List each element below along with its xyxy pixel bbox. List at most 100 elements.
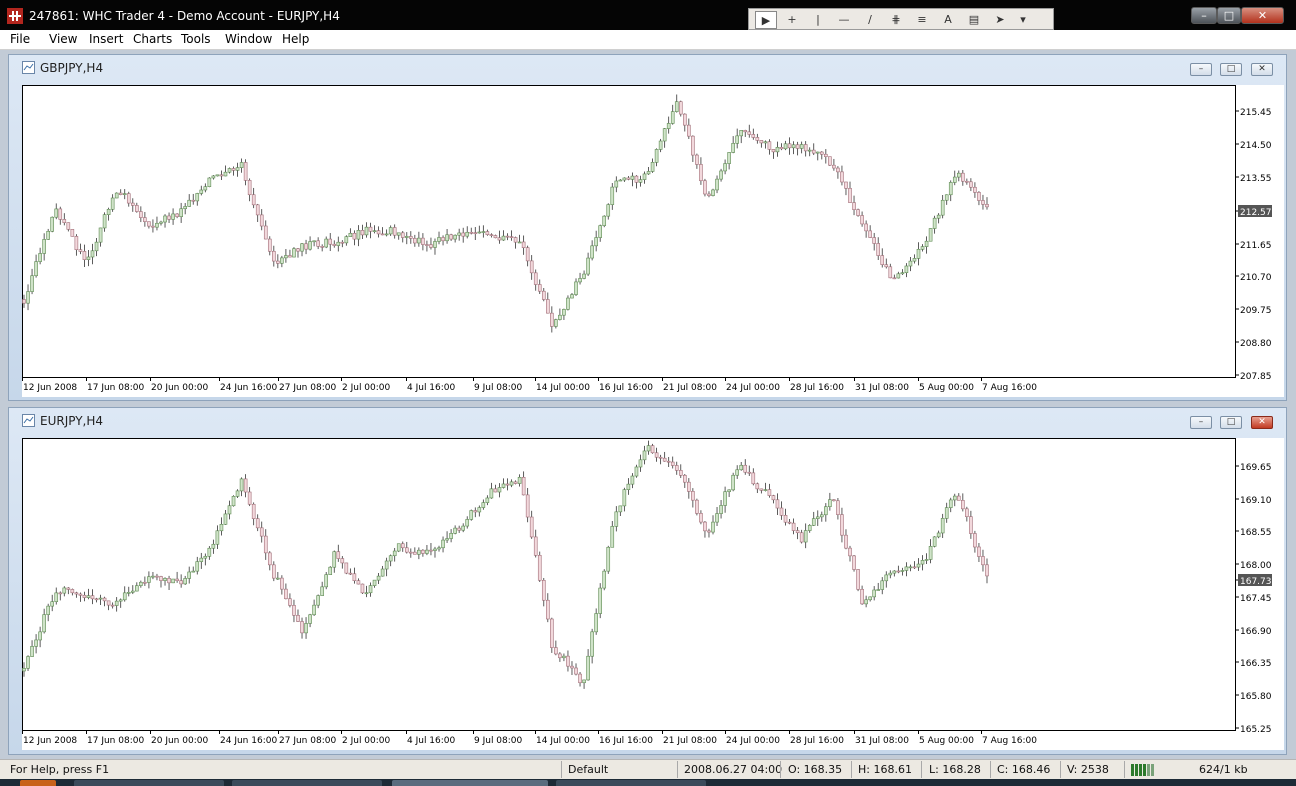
candle-bull xyxy=(207,547,212,557)
candlestick-chart[interactable]: 169.65 169.10 168.55 168.00 167.73 167.45 166.… xyxy=(22,438,1284,750)
trendline-icon[interactable]: ∕ xyxy=(859,11,881,29)
start-button[interactable] xyxy=(20,780,56,786)
candle-bear xyxy=(360,583,365,594)
candle-bull xyxy=(372,230,377,232)
candle-bull xyxy=(594,613,598,633)
time-label: 2 Jul 00:00 xyxy=(342,736,391,746)
candle-bull xyxy=(199,189,204,194)
menu-insert[interactable]: Insert xyxy=(89,32,123,46)
candle-bull xyxy=(163,578,167,581)
taskbar xyxy=(0,779,1296,786)
maximize-icon[interactable]: □ xyxy=(1217,7,1241,24)
candle-bear xyxy=(743,464,748,473)
fibonacci-icon[interactable]: ≡ xyxy=(911,11,933,29)
candle-bear xyxy=(78,593,83,596)
horizontal-line-icon[interactable]: — xyxy=(833,11,855,29)
candle-bear xyxy=(276,260,280,264)
chart-maximize-icon[interactable]: □ xyxy=(1220,63,1242,76)
connection-status-icon[interactable] xyxy=(1131,764,1157,776)
vertical-line-icon[interactable]: | xyxy=(807,11,829,29)
chart-minimize-icon[interactable]: – xyxy=(1190,63,1212,76)
candle-bull xyxy=(658,140,663,150)
candle-bull xyxy=(348,233,353,237)
chart-close-icon[interactable]: ✕ xyxy=(1251,63,1273,76)
label-icon[interactable]: ▤ xyxy=(963,11,985,29)
arrow-icon[interactable]: ➤ xyxy=(989,11,1011,29)
taskbar-item[interactable] xyxy=(392,780,548,786)
candle-bear xyxy=(352,233,357,240)
candle-bear xyxy=(521,241,526,248)
candle-bull xyxy=(477,507,482,513)
candle-bull xyxy=(215,174,220,177)
status-high: H: 168.61 xyxy=(858,763,912,776)
time-label: 24 Jun 16:00 xyxy=(220,736,277,746)
candle-bear xyxy=(449,234,453,240)
price-label: 215.45 xyxy=(1240,108,1272,118)
candle-bull xyxy=(312,604,316,616)
candle-bear xyxy=(828,156,832,166)
candle-bull xyxy=(674,101,679,112)
candle-bull xyxy=(594,237,598,247)
status-bar: For Help, press F1 Default 2008.06.27 04… xyxy=(0,759,1296,780)
chart-window-gbpjpy[interactable]: GBPJPY,H4 – □ ✕ 215.45 214.50 213.55 212.57… xyxy=(8,54,1287,401)
cursor-icon[interactable]: ▶ xyxy=(755,11,777,29)
menu-charts[interactable]: Charts xyxy=(133,32,172,46)
candle-bull xyxy=(920,246,925,250)
candle-bull xyxy=(46,605,50,615)
candle-bull xyxy=(666,123,671,129)
candle-bull xyxy=(791,144,796,149)
time-label: 14 Jul 00:00 xyxy=(536,736,590,746)
chart-maximize-icon[interactable]: □ xyxy=(1220,416,1242,429)
candle-bear xyxy=(191,199,196,202)
candle-bear xyxy=(179,580,183,585)
time-label: 4 Jul 16:00 xyxy=(407,383,456,393)
minimize-icon[interactable]: – xyxy=(1191,7,1217,24)
candle-bull xyxy=(904,566,909,571)
candle-bear xyxy=(62,219,67,223)
price-label: 213.55 xyxy=(1240,174,1272,184)
menu-file[interactable]: File xyxy=(10,32,30,46)
candle-bull xyxy=(86,256,91,260)
chart-close-icon[interactable]: ✕ xyxy=(1251,416,1273,429)
candle-bull xyxy=(739,130,744,137)
taskbar-item[interactable] xyxy=(74,780,224,786)
candle-bear xyxy=(126,193,131,204)
candle-bear xyxy=(90,595,95,600)
taskbar-item[interactable] xyxy=(556,780,706,786)
candlestick-chart[interactable]: 215.45 214.50 213.55 212.57 211.65 210.70 209.… xyxy=(22,85,1284,397)
candle-bull xyxy=(562,309,566,316)
candle-bull xyxy=(936,214,941,219)
candle-bear xyxy=(541,290,546,300)
chart-window-eurjpy[interactable]: EURJPY,H4 – □ ✕ 169.65 169.10 168.55 168.00… xyxy=(8,407,1287,755)
taskbar-item[interactable] xyxy=(232,780,382,786)
time-label: 2 Jul 00:00 xyxy=(342,383,391,393)
menu-tools[interactable]: Tools xyxy=(181,32,211,46)
candle-bull xyxy=(155,222,159,228)
candle-bull xyxy=(634,466,639,477)
candle-bull xyxy=(417,237,421,244)
menu-view[interactable]: View xyxy=(49,32,77,46)
candle-bull xyxy=(425,549,429,554)
time-label: 27 Jun 08:00 xyxy=(279,736,336,746)
dropdown-arrow-icon[interactable]: ▾ xyxy=(1015,11,1031,29)
candle-bull xyxy=(562,655,566,659)
status-traffic: 624/1 kb xyxy=(1199,763,1248,776)
candle-bear xyxy=(707,530,711,533)
menu-help[interactable]: Help xyxy=(282,32,309,46)
candle-bear xyxy=(767,141,772,150)
candle-bear xyxy=(348,572,353,575)
menu-window[interactable]: Window xyxy=(225,32,272,46)
candle-bull xyxy=(453,527,457,534)
close-icon[interactable]: ✕ xyxy=(1241,7,1284,24)
candle-bear xyxy=(981,200,985,205)
channel-icon[interactable]: ⋕ xyxy=(885,11,907,29)
candle-bear xyxy=(159,576,163,581)
candle-bear xyxy=(525,494,530,518)
candle-bear xyxy=(425,244,429,246)
candle-bull xyxy=(715,513,719,523)
crosshair-icon[interactable]: + xyxy=(781,11,803,29)
candle-bull xyxy=(920,560,925,565)
candle-bear xyxy=(231,168,236,171)
chart-minimize-icon[interactable]: – xyxy=(1190,416,1212,429)
text-icon[interactable]: A xyxy=(937,11,959,29)
